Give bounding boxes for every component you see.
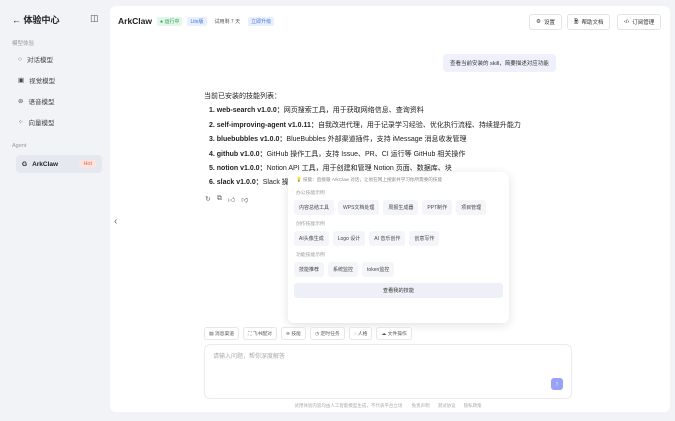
label: 语音模型 <box>28 99 55 106</box>
skill-chip[interactable]: 周报生成器 <box>383 200 419 215</box>
sidebar-item-arkclaw[interactable]: G ArkClaw Hot <box>16 155 102 173</box>
user-message: 查看当前安装的 skill，简要描述对应功能 <box>443 54 556 72</box>
claw-icon: G <box>22 160 28 168</box>
disclaimer: 试用体验内容均由人工智能模型生成，不代表平台立场 <box>294 403 403 408</box>
skill-chip[interactable]: 创意写作 <box>409 231 440 246</box>
skill-chip[interactable]: WPS文档处理 <box>338 200 380 215</box>
input-toolbar: ▤ 消息渠道 ⛶ 飞书配对 ⊜ 技能 ◷ 定时任务 ◌ 人格 ☁ 文件操作 <box>204 327 412 340</box>
chat-input-box: ↑ <box>204 344 572 399</box>
skill-chip[interactable]: 内容总结工具 <box>294 200 335 215</box>
upgrade-link[interactable]: 立即升级 <box>248 16 275 26</box>
skill-item: 1. web-search v1.0.0：网页搜索工具，用于获取网络信息、查询资… <box>209 107 424 115</box>
skill-item: 4. github v1.0.0：GitHub 操作工具，支持 Issue、PR… <box>209 150 466 158</box>
tool-persona[interactable]: ◌ 人格 <box>348 327 373 340</box>
gear-icon: ⚙ <box>536 19 541 25</box>
refresh-icon[interactable]: ↻ <box>205 195 211 204</box>
group-title: 功能技能示例 <box>296 253 325 258</box>
chat-input[interactable] <box>213 351 553 381</box>
status-text: 运行中 <box>164 18 180 25</box>
app-name: ArkClaw <box>118 16 153 26</box>
tool-skills[interactable]: ⊜ 技能 <box>280 327 306 340</box>
sidebar-item-vector[interactable]: ⁘ 向量模型 <box>12 113 100 131</box>
send-button[interactable]: ↑ <box>551 378 563 390</box>
label: 帮助文档 <box>581 20 604 26</box>
skill-chip[interactable]: PPT制作 <box>422 200 453 215</box>
arrow-up-icon: ↑ <box>555 380 559 388</box>
label: 订阅管理 <box>632 20 655 26</box>
group-label: 模型体验 <box>12 41 35 47</box>
sidebar-item-vision[interactable]: ▣ 视觉模型 <box>12 71 100 89</box>
voice-icon: ⊜ <box>18 98 24 105</box>
footer: 试用体验内容均由人工智能模型生成，不代表平台立场 免责声明 测试协议 隐私政策 <box>204 403 572 409</box>
label: 视觉模型 <box>29 78 56 85</box>
vector-icon: ⁘ <box>18 119 24 126</box>
tool-scheduled-tasks[interactable]: ◷ 定时任务 <box>309 327 345 340</box>
chat-icon: ○ <box>18 55 22 63</box>
status-badge: ● 运行中 <box>157 16 183 26</box>
label: 向量模型 <box>28 120 55 127</box>
skill-item: 2. self-improving-agent v1.0.11：自我改进代理，用… <box>209 121 521 129</box>
code-icon: ‹/› <box>624 19 630 25</box>
group-label-agent: Agent <box>12 143 27 149</box>
skill-chip[interactable]: Logo 设计 <box>332 231 366 246</box>
subscription-button[interactable]: ‹/› 订阅管理 <box>617 14 662 30</box>
sidebar-toggle-icon[interactable]: ◫ <box>90 13 99 24</box>
tool-feishu-pair[interactable]: ⛶ 飞书配对 <box>243 327 277 340</box>
header: ArkClaw ● 运行中 Lite版 试用剩 7 天 立即升级 <box>118 16 275 26</box>
chevron-left-icon[interactable]: ‹ <box>114 216 117 227</box>
footer-link[interactable]: 免责声明 <box>412 403 430 408</box>
tip-text: 技能：直接跟 ArkClaw 对话，让他在网上搜索并学习你所需要的技能 <box>303 177 443 182</box>
back-title[interactable]: ← 体验中心 <box>12 13 60 26</box>
skill-item: 3. bluebubbles v1.0.0：BlueBubbles 外部渠道插件… <box>209 136 467 144</box>
sidebar-item-chat[interactable]: ○ 对话模型 <box>12 50 100 68</box>
skill-chip[interactable]: 系统监控 <box>328 262 359 277</box>
reply-title: 当前已安装的技能列表： <box>204 93 281 100</box>
image-icon: ▣ <box>18 77 25 84</box>
skill-chip[interactable]: token监控 <box>362 262 395 277</box>
skill-chip[interactable]: 技能推荐 <box>294 262 325 277</box>
skills-popup: 💡 技能：直接跟 ArkClaw 对话，让他在网上搜索并学习你所需要的技能 办公… <box>288 172 509 323</box>
skill-chip[interactable]: AI 音乐创作 <box>369 231 406 246</box>
footer-link[interactable]: 测试协议 <box>438 403 456 408</box>
tool-channels[interactable]: ▤ 消息渠道 <box>204 327 240 340</box>
settings-button[interactable]: ⚙ 设置 <box>529 14 562 30</box>
group-title: 创作技能示例 <box>296 222 325 227</box>
hot-badge: Hot <box>79 160 96 168</box>
copy-icon[interactable]: ⧉ <box>217 195 222 204</box>
tool-file-ops[interactable]: ☁ 文件操作 <box>376 327 412 340</box>
docs-button[interactable]: 🗎 帮助文档 <box>567 14 611 30</box>
group-title: 办公技能示例 <box>296 191 325 196</box>
label: ArkClaw <box>32 160 59 168</box>
label: 设置 <box>543 20 555 26</box>
skill-chip[interactable]: AI头像生成 <box>294 231 329 246</box>
footer-link[interactable]: 隐私政策 <box>464 403 482 408</box>
thumbs-down-icon[interactable]: 👎︎ <box>241 195 248 204</box>
label: 对话模型 <box>26 57 53 64</box>
document-icon: 🗎 <box>574 18 579 25</box>
thumbs-up-icon[interactable]: 👍︎ <box>228 195 235 204</box>
trial-text: 试用剩 7 天 <box>214 18 241 25</box>
plan-badge: Lite版 <box>187 16 207 26</box>
popup-tip: 💡 技能：直接跟 ArkClaw 对话，让他在网上搜索并学习你所需要的技能 <box>296 177 443 182</box>
skill-chip[interactable]: 项目管理 <box>456 200 487 215</box>
view-my-skills-button[interactable]: 查看我的技能 <box>294 283 503 298</box>
sidebar-item-voice[interactable]: ⊜ 语音模型 <box>12 92 100 110</box>
sidebar-title: 体验中心 <box>23 15 60 25</box>
message-actions: ↻ ⧉ 👍︎ 👎︎ <box>205 195 248 204</box>
